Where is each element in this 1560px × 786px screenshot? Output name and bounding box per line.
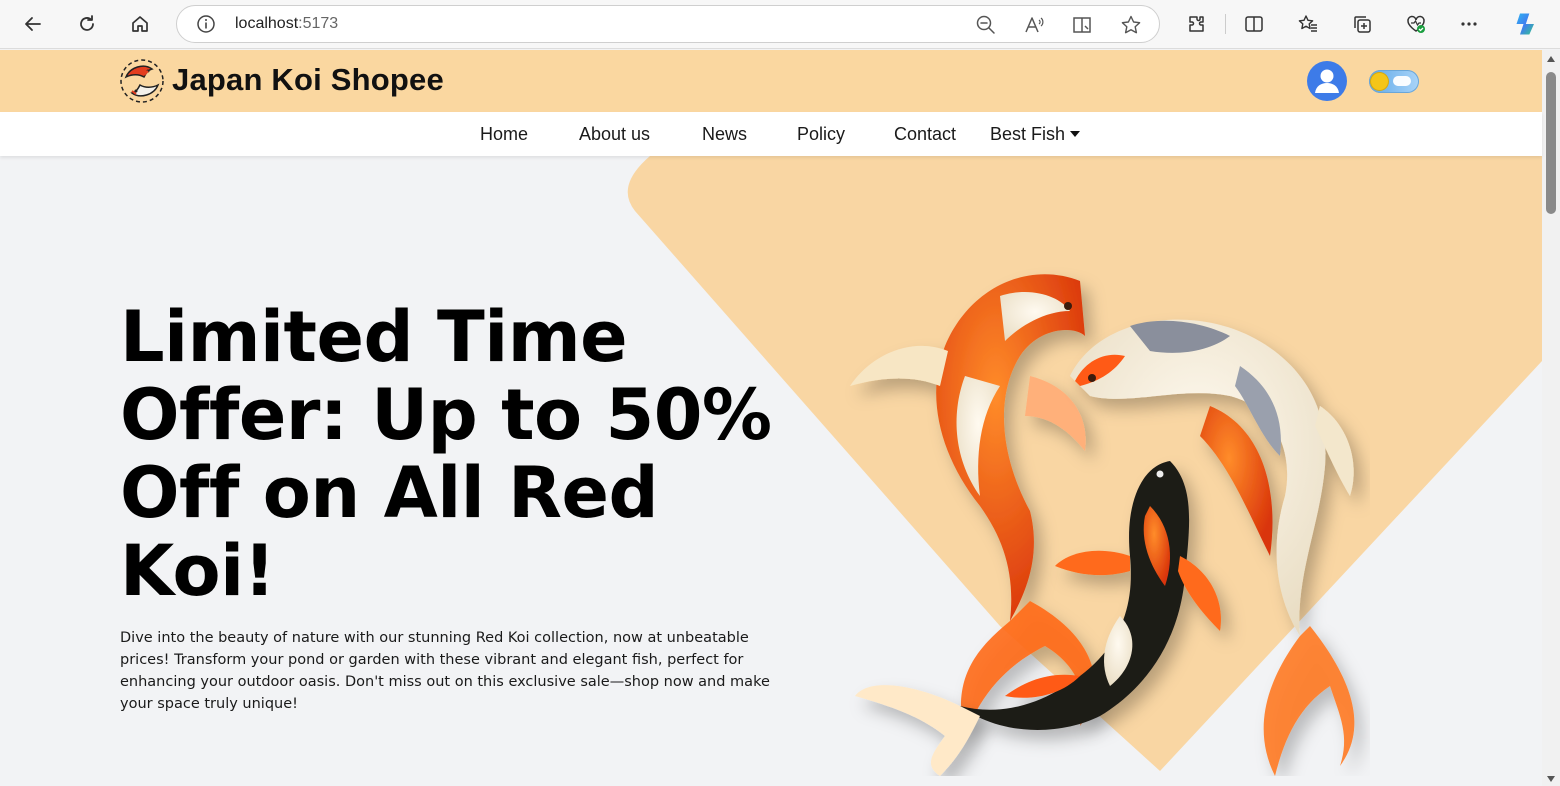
toolbar-divider xyxy=(1225,14,1226,34)
site-header: Japan Koi Shopee xyxy=(0,50,1542,112)
favorite-star-icon[interactable] xyxy=(1120,14,1142,36)
page-scrollbar[interactable] xyxy=(1542,50,1560,786)
nav-best-fish-label: Best Fish xyxy=(990,124,1066,144)
user-avatar-icon[interactable] xyxy=(1307,61,1347,101)
home-icon[interactable] xyxy=(124,8,156,40)
back-arrow-icon[interactable] xyxy=(17,8,49,40)
theme-toggle[interactable] xyxy=(1369,70,1419,93)
url-host: localhost xyxy=(235,15,299,32)
hero-description: Dive into the beauty of nature with our … xyxy=(120,630,770,712)
nav-news-label: News xyxy=(702,124,748,144)
nav-contact-label: Contact xyxy=(894,124,957,144)
copilot-icon[interactable] xyxy=(1511,8,1543,40)
koi-fish-image xyxy=(850,274,1355,776)
url-text[interactable]: localhost:5173 xyxy=(235,15,338,33)
immersive-reader-icon[interactable] xyxy=(1071,14,1093,36)
scroll-thumb[interactable] xyxy=(1546,72,1556,214)
collections-icon[interactable] xyxy=(1346,8,1378,40)
nav-policy[interactable]: Policy xyxy=(797,124,845,145)
sun-icon xyxy=(1371,73,1388,90)
extensions-icon[interactable] xyxy=(1180,8,1212,40)
zoom-out-icon[interactable] xyxy=(975,14,997,36)
hero-section: Limited Time Offer: Up to 50% Off on All… xyxy=(0,156,1542,786)
split-screen-icon[interactable] xyxy=(1238,8,1270,40)
nav-contact[interactable]: Contact xyxy=(894,124,956,145)
main-nav: Home About us News Policy Contact Best F… xyxy=(0,112,1542,156)
info-icon[interactable] xyxy=(196,14,216,34)
nav-policy-label: Policy xyxy=(797,124,846,144)
more-icon[interactable] xyxy=(1453,8,1485,40)
nav-home[interactable]: Home xyxy=(480,124,528,145)
browser-essentials-icon[interactable] xyxy=(1400,8,1432,40)
nav-about-label: About us xyxy=(579,124,651,144)
brand-name[interactable]: Japan Koi Shopee xyxy=(172,62,444,98)
nav-best-fish-dropdown[interactable]: Best Fish xyxy=(990,124,1081,145)
caret-down-icon xyxy=(1070,131,1081,137)
read-aloud-icon[interactable] xyxy=(1023,14,1045,36)
address-bar[interactable]: localhost:5173 xyxy=(176,5,1160,43)
cloud-icon xyxy=(1393,76,1411,86)
nav-about-us[interactable]: About us xyxy=(579,124,650,145)
browser-toolbar: localhost:5173 xyxy=(0,0,1560,49)
scroll-up-arrow-icon[interactable] xyxy=(1547,56,1555,62)
koi-logo-icon[interactable] xyxy=(118,57,166,105)
favorites-icon[interactable] xyxy=(1292,8,1324,40)
nav-news[interactable]: News xyxy=(702,124,747,145)
nav-home-label: Home xyxy=(480,124,529,144)
url-port: :5173 xyxy=(298,15,339,32)
scroll-down-arrow-icon[interactable] xyxy=(1547,776,1555,782)
hero-title: Limited Time Offer: Up to 50% Off on All… xyxy=(120,296,772,612)
refresh-icon[interactable] xyxy=(71,8,103,40)
